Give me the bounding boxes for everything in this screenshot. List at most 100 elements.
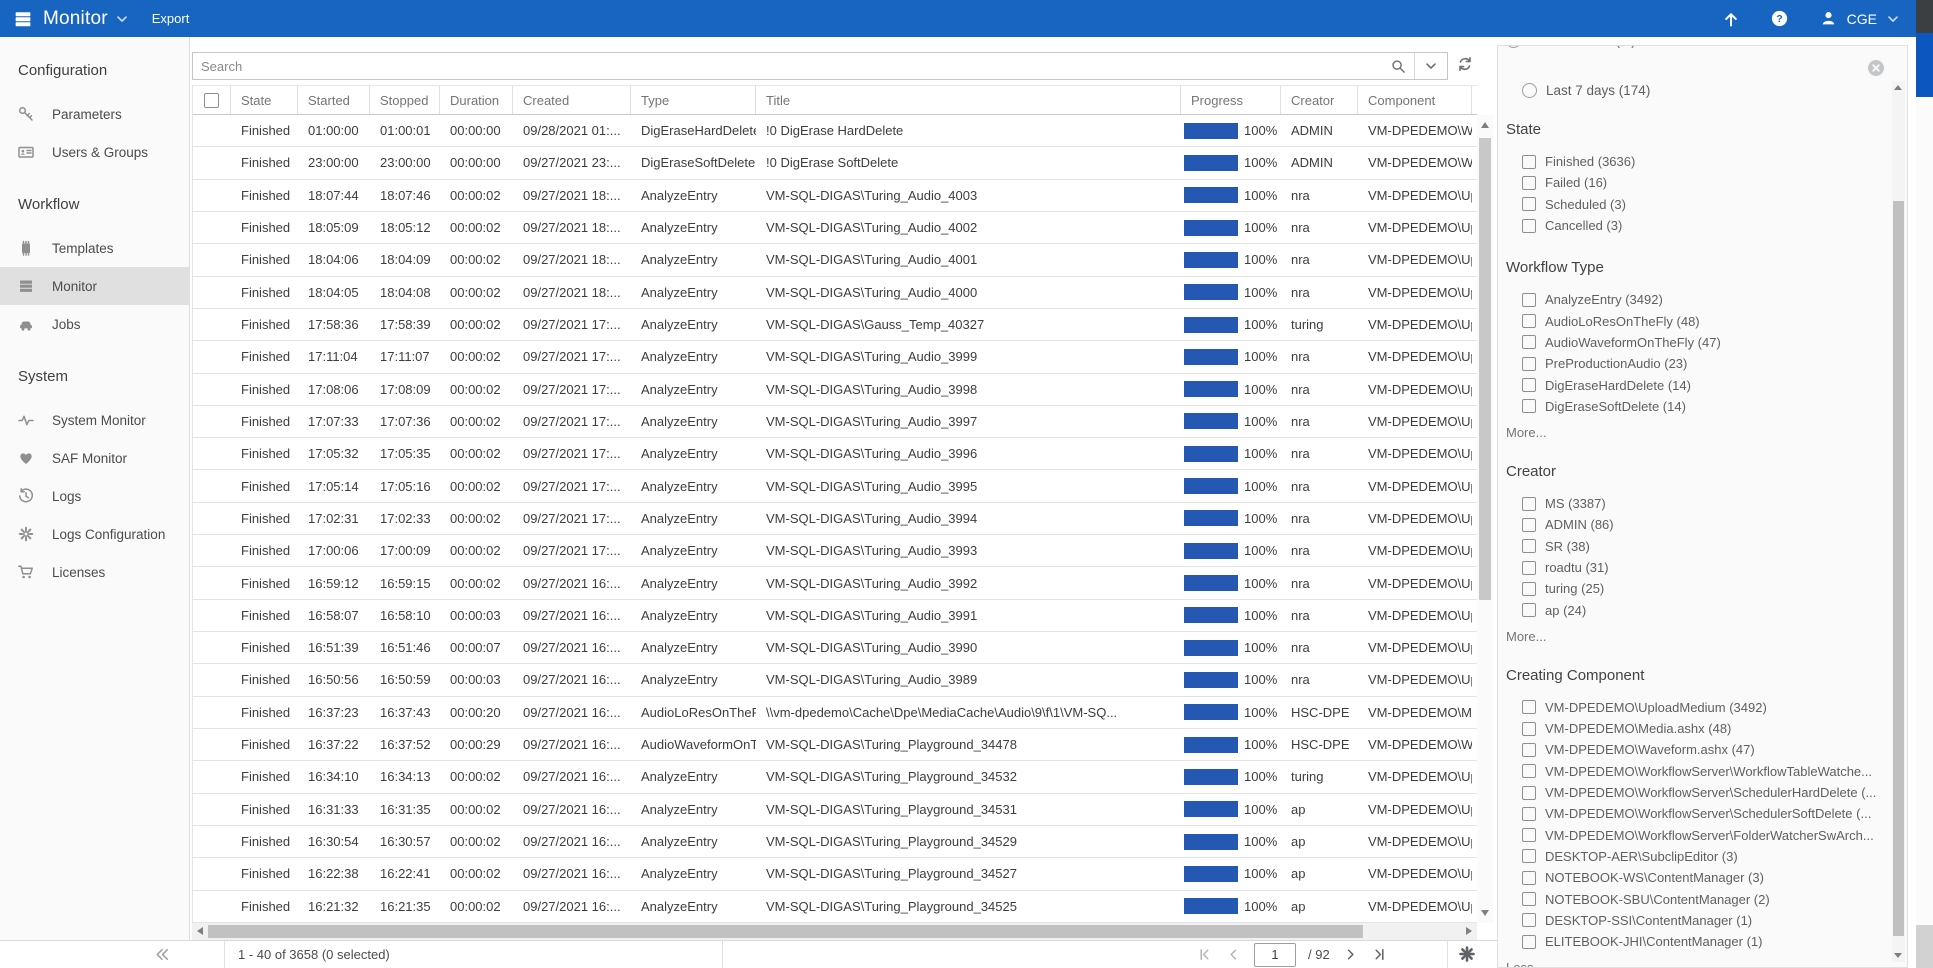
table-row[interactable]: Finished17:08:0617:08:0900:00:0209/27/20…: [193, 374, 1477, 406]
horizontal-scrollbar-thumb[interactable]: [208, 925, 1363, 938]
sidebar-item-templates[interactable]: Templates: [0, 229, 189, 267]
checkbox-icon[interactable]: [1522, 335, 1536, 349]
sidebar-item-logs[interactable]: Logs: [0, 477, 189, 515]
table-horizontal-scrollbar[interactable]: [192, 923, 1477, 940]
sidebar-item-logs-configuration[interactable]: Logs Configuration: [0, 515, 189, 553]
filter-option[interactable]: AnalyzeEntry (3492): [1506, 289, 1876, 310]
column-header-component[interactable]: Component: [1358, 86, 1472, 114]
sidebar-item-monitor[interactable]: Monitor: [0, 267, 189, 305]
checkbox-icon[interactable]: [1522, 176, 1536, 190]
filter-option[interactable]: Finished (3636): [1506, 151, 1876, 172]
column-header-progress[interactable]: Progress: [1181, 86, 1281, 114]
filter-option[interactable]: VM-DPEDEMO\UploadMedium (3492): [1506, 697, 1876, 718]
table-row[interactable]: Finished18:07:4418:07:4600:00:0209/27/20…: [193, 180, 1477, 212]
table-row[interactable]: Finished16:34:1016:34:1300:00:0209/27/20…: [193, 761, 1477, 793]
filter-option[interactable]: VM-DPEDEMO\Waveform.ashx (47): [1506, 739, 1876, 760]
checkbox-icon[interactable]: [1522, 582, 1536, 596]
checkbox-icon[interactable]: [1522, 539, 1536, 553]
filter-option[interactable]: roadtu (31): [1506, 557, 1876, 578]
checkbox-icon[interactable]: [1522, 357, 1536, 371]
filter-option[interactable]: VM-DPEDEMO\WorkflowServer\SchedulerHardD…: [1506, 782, 1876, 803]
table-row[interactable]: Finished16:31:3316:31:3500:00:0209/27/20…: [193, 794, 1477, 826]
table-row[interactable]: Finished16:37:2316:37:4300:00:2009/27/20…: [193, 697, 1477, 729]
scroll-down-arrow-icon[interactable]: [1481, 910, 1489, 916]
scroll-left-arrow-icon[interactable]: [197, 927, 203, 935]
checkbox-icon[interactable]: [1522, 603, 1536, 617]
column-header-started[interactable]: Started: [298, 86, 370, 114]
filter-less-link[interactable]: Less...: [1506, 960, 1876, 968]
panel-scrollbar-thumb[interactable]: [1893, 201, 1904, 936]
user-avatar-icon[interactable]: [1819, 9, 1838, 28]
checkbox-icon[interactable]: [1522, 913, 1536, 927]
table-row[interactable]: Finished17:58:3617:58:3900:00:0209/27/20…: [193, 309, 1477, 341]
scroll-right-arrow-icon[interactable]: [1466, 927, 1472, 935]
filter-more-link[interactable]: More...: [1506, 425, 1876, 440]
filter-option[interactable]: ADMIN (86): [1506, 514, 1876, 535]
filter-option[interactable]: DigEraseSoftDelete (14): [1506, 396, 1876, 417]
export-menu-item[interactable]: Export: [152, 11, 190, 26]
sidebar-item-parameters[interactable]: Parameters: [0, 95, 189, 133]
checkbox-icon[interactable]: [1522, 497, 1536, 511]
radio-icon[interactable]: [1522, 83, 1537, 98]
filter-option[interactable]: SR (38): [1506, 536, 1876, 557]
filter-option[interactable]: NOTEBOOK-SBU\ContentManager (2): [1506, 888, 1876, 909]
sidebar-item-licenses[interactable]: Licenses: [0, 553, 189, 591]
app-title-chevron-down-icon[interactable]: [114, 11, 130, 27]
sidebar-item-users-groups[interactable]: Users & Groups: [0, 133, 189, 171]
panel-scroll-up-arrow-icon[interactable]: [1894, 85, 1902, 90]
window-scrollbar-thumb[interactable]: [1916, 33, 1933, 97]
sidebar-collapse-icon[interactable]: [152, 945, 171, 964]
window-scrollbar[interactable]: [1916, 0, 1933, 968]
table-row[interactable]: Finished16:51:3916:51:4600:00:0709/27/20…: [193, 632, 1477, 664]
filter-option[interactable]: DESKTOP-SSI\ContentManager (1): [1506, 910, 1876, 931]
next-page-icon[interactable]: [1342, 946, 1359, 963]
checkbox-icon[interactable]: [1522, 892, 1536, 906]
table-row[interactable]: Finished16:22:3816:22:4100:00:0209/27/20…: [193, 858, 1477, 890]
filter-option[interactable]: DigEraseHardDelete (14): [1506, 374, 1876, 395]
table-row[interactable]: Finished23:00:0023:00:0000:00:0009/27/20…: [193, 147, 1477, 179]
checkbox-icon[interactable]: [1522, 743, 1536, 757]
checkbox-icon[interactable]: [1522, 871, 1536, 885]
checkbox-icon[interactable]: [1522, 764, 1536, 778]
panel-scroll-down-arrow-icon[interactable]: [1894, 953, 1902, 958]
checkbox-icon[interactable]: [1522, 807, 1536, 821]
filter-option[interactable]: PreProductionAudio (23): [1506, 353, 1876, 374]
filter-option[interactable]: turing (25): [1506, 578, 1876, 599]
panel-scrollbar[interactable]: [1892, 81, 1905, 962]
table-row[interactable]: Finished17:07:3317:07:3600:00:0209/27/20…: [193, 406, 1477, 438]
search-options-chevron-down-icon[interactable]: [1414, 53, 1447, 79]
checkbox-icon[interactable]: [1522, 786, 1536, 800]
radio-icon[interactable]: [1506, 46, 1521, 48]
upload-arrow-icon[interactable]: [1722, 10, 1740, 28]
filter-option[interactable]: NOTEBOOK-WS\ContentManager (3): [1506, 867, 1876, 888]
checkbox-icon[interactable]: [1522, 378, 1536, 392]
table-vertical-scrollbar[interactable]: [1477, 115, 1493, 923]
last-page-icon[interactable]: [1371, 946, 1388, 963]
checkbox-icon[interactable]: [1522, 314, 1536, 328]
page-number-input[interactable]: [1254, 943, 1296, 967]
vertical-scrollbar-thumb[interactable]: [1479, 138, 1491, 600]
user-name[interactable]: CGE: [1847, 11, 1877, 27]
table-row[interactable]: Finished18:04:0618:04:0900:00:0209/27/20…: [193, 244, 1477, 276]
column-header-created[interactable]: Created: [513, 86, 631, 114]
refresh-icon[interactable]: [1456, 55, 1474, 73]
table-row[interactable]: Finished18:05:0918:05:1200:00:0209/27/20…: [193, 212, 1477, 244]
column-header-state[interactable]: State: [231, 86, 298, 114]
checkbox-icon[interactable]: [1522, 219, 1536, 233]
table-row[interactable]: Finished18:04:0518:04:0800:00:0209/27/20…: [193, 277, 1477, 309]
checkbox-icon[interactable]: [1522, 293, 1536, 307]
table-row[interactable]: Finished01:00:0001:00:0100:00:0009/28/20…: [193, 115, 1477, 147]
filter-option[interactable]: AudioWaveformOnTheFly (47): [1506, 332, 1876, 353]
filter-option[interactable]: AudioLoResOnTheFly (48): [1506, 310, 1876, 331]
checkbox-icon[interactable]: [1522, 197, 1536, 211]
checkbox-icon[interactable]: [1522, 399, 1536, 413]
checkbox-icon[interactable]: [1522, 700, 1536, 714]
table-row[interactable]: Finished17:02:3117:02:3300:00:0209/27/20…: [193, 503, 1477, 535]
filter-option[interactable]: VM-DPEDEMO\Media.ashx (48): [1506, 718, 1876, 739]
table-settings-gear-icon[interactable]: [1458, 945, 1476, 963]
table-row[interactable]: Finished16:59:1216:59:1500:00:0209/27/20…: [193, 567, 1477, 599]
checkbox-icon[interactable]: [1522, 561, 1536, 575]
app-title[interactable]: Monitor: [43, 8, 108, 30]
table-row[interactable]: Finished16:58:0716:58:1000:00:0309/27/20…: [193, 600, 1477, 632]
app-menu-icon[interactable]: [12, 8, 34, 30]
